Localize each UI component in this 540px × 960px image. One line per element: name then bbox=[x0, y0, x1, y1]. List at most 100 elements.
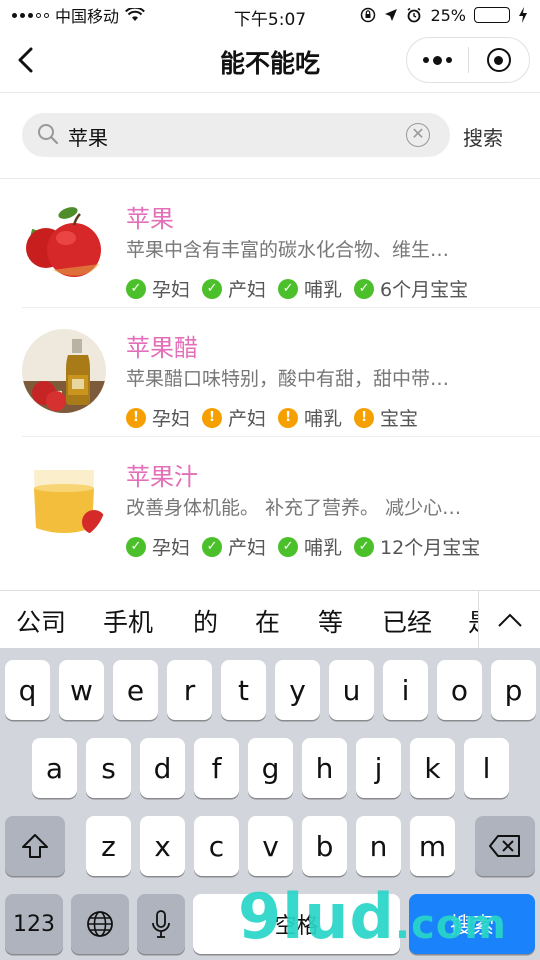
suggestion-item[interactable]: 已经 bbox=[382, 603, 432, 639]
key-l[interactable]: l bbox=[464, 738, 509, 798]
key-t[interactable]: t bbox=[221, 660, 266, 720]
more-button[interactable] bbox=[407, 38, 468, 82]
key-d[interactable]: d bbox=[140, 738, 185, 798]
result-tags: ✓ 孕妇 ✓ 产妇 ✓ 哺乳 ✓ 6个月宝宝 bbox=[126, 275, 468, 302]
suggestion-item[interactable]: 等 bbox=[318, 603, 343, 639]
result-desc: 改善身体机能。 补充了营养。 减少心… bbox=[126, 497, 462, 519]
key-y[interactable]: y bbox=[275, 660, 320, 720]
nav-bar: 能不能吃 bbox=[0, 30, 540, 90]
key-r[interactable]: r bbox=[167, 660, 212, 720]
suggestion-item[interactable]: 的 bbox=[193, 603, 218, 639]
key-g[interactable]: g bbox=[248, 738, 293, 798]
check-icon: ✓ bbox=[278, 536, 299, 557]
microphone-icon bbox=[152, 910, 170, 938]
suggestion-item[interactable]: 手机 bbox=[103, 603, 153, 639]
close-mini-program-button[interactable] bbox=[468, 38, 529, 82]
tag: ! 产妇 bbox=[202, 404, 266, 431]
tag-label: 孕妇 bbox=[152, 408, 191, 430]
result-item[interactable]: 苹果汁 改善身体机能。 补充了营养。 减少心… ✓ 孕妇 ✓ 产妇 ✓ 哺乳 ✓ 12个… bbox=[0, 437, 540, 566]
key-a[interactable]: a bbox=[32, 738, 77, 798]
key-u[interactable]: u bbox=[329, 660, 374, 720]
juice-thumbnail bbox=[22, 458, 106, 542]
ime-suggestion-bar: 公司 手机 的 在 等 已经 是 bbox=[0, 590, 540, 649]
tag-label: 孕妇 bbox=[152, 537, 191, 559]
warning-icon: ! bbox=[354, 407, 375, 428]
result-name: 苹果 bbox=[126, 205, 174, 233]
key-o[interactable]: o bbox=[437, 660, 482, 720]
tag-label: 产妇 bbox=[228, 408, 267, 430]
key-e[interactable]: e bbox=[113, 660, 158, 720]
tag-label: 哺乳 bbox=[304, 408, 343, 430]
shift-key[interactable] bbox=[5, 816, 65, 876]
suggestion-item[interactable]: 是 bbox=[468, 603, 478, 639]
backspace-icon bbox=[489, 835, 520, 857]
check-icon: ✓ bbox=[126, 536, 146, 557]
result-item[interactable]: 苹果醋 苹果醋口味特别，酸中有甜，甜中带… ! 孕妇 ! 产妇 ! 哺乳 ! 宝宝 bbox=[0, 308, 540, 437]
key-n[interactable]: n bbox=[356, 816, 401, 876]
numbers-key[interactable]: 123 bbox=[5, 894, 63, 954]
key-q[interactable]: q bbox=[5, 660, 50, 720]
key-i[interactable]: i bbox=[383, 660, 428, 720]
key-f[interactable]: f bbox=[194, 738, 239, 798]
tag-label: 6个月宝宝 bbox=[380, 279, 469, 301]
result-item[interactable]: 苹果 苹果中含有丰富的碳水化合物、维生… ✓ 孕妇 ✓ 产妇 ✓ 哺乳 ✓ 6个月宝宝 bbox=[0, 179, 540, 308]
tag: ✓ 12个月宝宝 bbox=[354, 533, 480, 560]
watermark-suffix: .com bbox=[394, 902, 507, 948]
warning-icon: ! bbox=[278, 407, 299, 428]
tag: ✓ 孕妇 bbox=[126, 533, 190, 560]
search-button[interactable]: 搜索 bbox=[463, 122, 503, 151]
nav-divider bbox=[0, 92, 540, 93]
tag-label: 产妇 bbox=[228, 537, 267, 559]
check-icon: ✓ bbox=[202, 278, 223, 299]
key-s[interactable]: s bbox=[86, 738, 131, 798]
key-p[interactable]: p bbox=[491, 660, 536, 720]
tag: ✓ 哺乳 bbox=[278, 275, 342, 302]
tag: ✓ 孕妇 bbox=[126, 275, 190, 302]
search-value[interactable]: 苹果 bbox=[68, 122, 108, 151]
tag-label: 孕妇 bbox=[152, 279, 191, 301]
result-name: 苹果汁 bbox=[126, 463, 198, 491]
warning-icon: ! bbox=[202, 407, 223, 428]
tag: ! 孕妇 bbox=[126, 404, 190, 431]
suggestion-item[interactable]: 在 bbox=[255, 603, 280, 639]
tag: ! 宝宝 bbox=[354, 404, 418, 431]
search-input[interactable]: 苹果 ✕ bbox=[22, 113, 450, 157]
mini-program-capsule bbox=[406, 37, 530, 83]
key-j[interactable]: j bbox=[356, 738, 401, 798]
key-v[interactable]: v bbox=[248, 816, 293, 876]
key-b[interactable]: b bbox=[302, 816, 347, 876]
check-icon: ✓ bbox=[126, 278, 146, 299]
key-m[interactable]: m bbox=[410, 816, 455, 876]
tag-label: 哺乳 bbox=[304, 537, 343, 559]
key-k[interactable]: k bbox=[410, 738, 455, 798]
globe-icon bbox=[87, 911, 113, 937]
watermark-text: 9lud bbox=[238, 880, 395, 953]
key-z[interactable]: z bbox=[86, 816, 131, 876]
check-icon: ✓ bbox=[354, 536, 375, 557]
result-tags: ! 孕妇 ! 产妇 ! 哺乳 ! 宝宝 bbox=[126, 404, 418, 431]
globe-key[interactable] bbox=[71, 894, 129, 954]
collapse-suggestions-button[interactable] bbox=[478, 591, 540, 649]
tag: ✓ 哺乳 bbox=[278, 533, 342, 560]
tag-label: 哺乳 bbox=[304, 279, 343, 301]
result-name: 苹果醋 bbox=[126, 334, 198, 362]
tag: ! 哺乳 bbox=[278, 404, 342, 431]
result-desc: 苹果中含有丰富的碳水化合物、维生… bbox=[126, 239, 450, 261]
battery-icon bbox=[474, 7, 510, 23]
suggestion-item[interactable]: 公司 bbox=[16, 603, 66, 639]
key-w[interactable]: w bbox=[59, 660, 104, 720]
chevron-up-icon bbox=[497, 613, 522, 627]
check-icon: ✓ bbox=[278, 278, 299, 299]
key-x[interactable]: x bbox=[140, 816, 185, 876]
search-icon bbox=[38, 124, 59, 145]
tag: ✓ 产妇 bbox=[202, 533, 266, 560]
more-dots-icon bbox=[422, 55, 452, 65]
delete-key[interactable] bbox=[475, 816, 535, 876]
check-icon: ✓ bbox=[354, 278, 375, 299]
suggestion-list: 公司 手机 的 在 等 已经 是 bbox=[0, 591, 478, 649]
clear-icon[interactable]: ✕ bbox=[406, 123, 430, 147]
key-h[interactable]: h bbox=[302, 738, 347, 798]
result-desc: 苹果醋口味特别，酸中有甜，甜中带… bbox=[126, 368, 450, 390]
key-c[interactable]: c bbox=[194, 816, 239, 876]
microphone-key[interactable] bbox=[137, 894, 185, 954]
